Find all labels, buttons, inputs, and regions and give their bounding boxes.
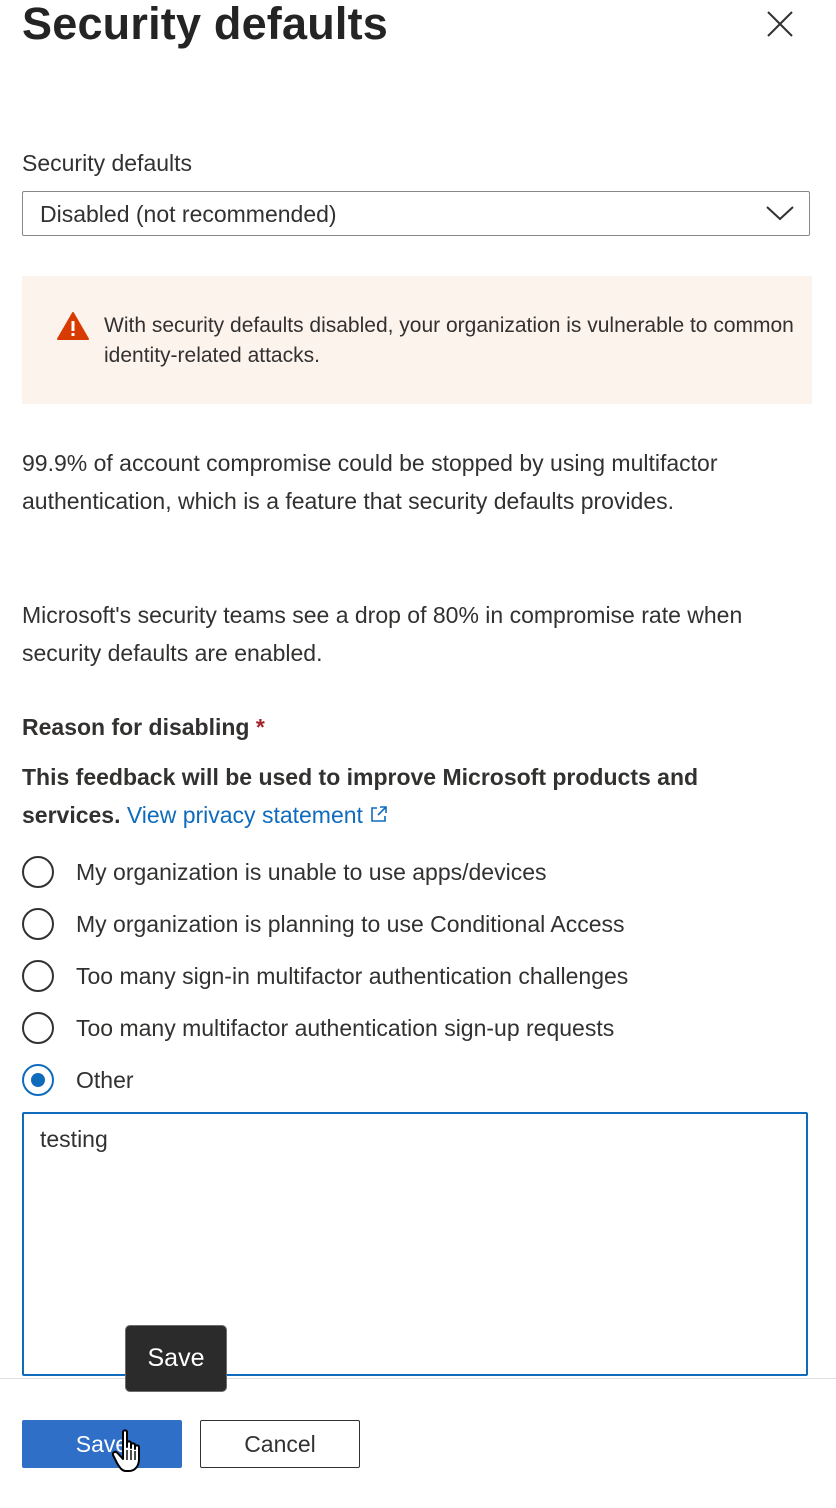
warning-message-bar: With security defaults disabled, your or… <box>22 276 812 404</box>
reason-option-signin-challenges[interactable]: Too many sign-in multifactor authenticat… <box>22 956 628 996</box>
close-button[interactable] <box>758 4 802 44</box>
panel-title: Security defaults <box>22 0 389 49</box>
radio-button-checked[interactable] <box>22 1064 54 1096</box>
required-marker: * <box>255 714 265 740</box>
reason-option-apps-devices[interactable]: My organization is unable to use apps/de… <box>22 852 547 892</box>
reason-option-signup-requests[interactable]: Too many multifactor authentication sign… <box>22 1008 614 1048</box>
radio-checked-dot <box>31 1073 45 1087</box>
radio-label: Too many sign-in multifactor authenticat… <box>76 962 629 989</box>
chevron-down-icon <box>766 206 794 221</box>
reason-option-other[interactable]: Other <box>22 1060 134 1100</box>
info-paragraph-mfa: 99.9% of account compromise could be sto… <box>22 450 718 514</box>
save-tooltip: Save <box>125 1325 227 1392</box>
hand-cursor-icon <box>112 1429 140 1472</box>
close-icon <box>767 11 793 37</box>
radio-label: My organization is unable to use apps/de… <box>76 858 547 885</box>
info-paragraph-compromise-rate: Microsoft's security teams see a drop of… <box>22 602 743 666</box>
radio-label: Too many multifactor authentication sign… <box>76 1014 615 1041</box>
save-button[interactable]: Save <box>22 1420 182 1468</box>
radio-button[interactable] <box>22 1012 54 1044</box>
dropdown-selected-value: Disabled (not recommended) <box>40 201 337 227</box>
warning-text: With security defaults disabled, your or… <box>104 314 794 367</box>
feedback-note: This feedback will be used to improve Mi… <box>22 758 802 834</box>
radio-button[interactable] <box>22 960 54 992</box>
security-defaults-label: Security defaults <box>22 150 193 176</box>
reason-heading: Reason for disabling * <box>22 714 265 741</box>
radio-label: Other <box>76 1066 134 1093</box>
privacy-link-text: View privacy statement <box>126 802 363 828</box>
privacy-statement-link[interactable]: View privacy statement <box>127 802 389 828</box>
radio-button[interactable] <box>22 856 54 888</box>
warning-icon <box>57 312 89 340</box>
security-defaults-dropdown[interactable]: Disabled (not recommended) <box>22 191 810 236</box>
radio-label: My organization is planning to use Condi… <box>76 910 625 937</box>
reason-option-conditional-access[interactable]: My organization is planning to use Condi… <box>22 904 625 944</box>
radio-button[interactable] <box>22 908 54 940</box>
cancel-button[interactable]: Cancel <box>200 1420 360 1468</box>
external-link-icon <box>371 806 388 822</box>
reason-heading-text: Reason for disabling <box>22 714 250 740</box>
